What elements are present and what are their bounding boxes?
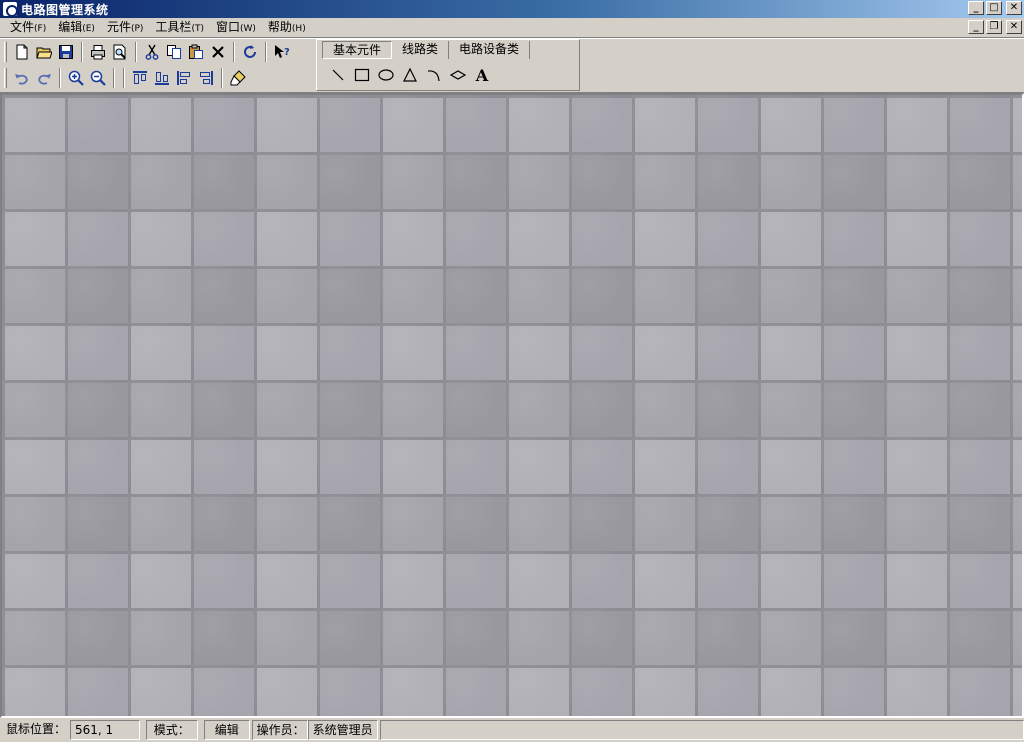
menu-window-hotkey: (W): [239, 24, 256, 34]
mdi-restore-button[interactable]: ❐: [986, 20, 1002, 34]
toolbar-separator: [113, 68, 115, 88]
menu-help-hotkey: (H): [291, 24, 306, 34]
arc-icon[interactable]: [422, 64, 446, 86]
status-bar: 鼠标位置： 561, 1 模式： 编辑 操作员： 系统管理员: [0, 718, 1024, 742]
toolbar-separator: [123, 68, 125, 88]
print-preview-icon[interactable]: [109, 41, 131, 63]
menu-toolbar[interactable]: 工具栏(T): [149, 19, 210, 36]
status-mode-value: 编辑: [203, 720, 250, 740]
menu-edit-hotkey: (E): [82, 24, 95, 34]
menu-component[interactable]: 元件(P): [101, 19, 149, 36]
minimize-button[interactable]: _: [968, 1, 984, 15]
context-help-icon[interactable]: ?: [271, 41, 293, 63]
tab-circuit-devices[interactable]: 电路设备类: [449, 41, 531, 59]
standard-toolbar: ?: [2, 40, 293, 64]
refresh-icon[interactable]: [239, 41, 261, 63]
menu-component-label: 元件: [106, 20, 131, 34]
save-icon[interactable]: [55, 41, 77, 63]
text-icon[interactable]: A: [470, 64, 494, 86]
status-mouse-position: 561, 1: [70, 720, 140, 740]
menu-file-label: 文件: [10, 20, 35, 34]
tab-wiring[interactable]: 线路类: [392, 41, 450, 59]
zoom-out-icon[interactable]: [87, 67, 109, 89]
toolbar-grip[interactable]: [4, 68, 7, 88]
toolbar-separator: [265, 42, 267, 62]
menu-file-hotkey: (F): [34, 24, 47, 34]
status-empty-pane: [379, 720, 1024, 740]
shape-panel-tabs: 基本元件 线路类 电路设备类: [322, 41, 531, 59]
status-operator-label: 操作员：: [251, 720, 308, 740]
menu-edit[interactable]: 编辑(E): [52, 19, 101, 36]
menu-help-label: 帮助: [267, 20, 292, 34]
undo-icon[interactable]: [11, 67, 33, 89]
rectangle-icon[interactable]: [350, 64, 374, 86]
toolbar-separator: [59, 68, 61, 88]
redo-icon[interactable]: [33, 67, 55, 89]
align-bottom-icon[interactable]: [151, 67, 173, 89]
menu-help[interactable]: 帮助(H): [262, 19, 312, 36]
status-mode-label: 模式：: [145, 720, 198, 740]
delete-icon[interactable]: [207, 41, 229, 63]
menu-bar: 文件(F) 编辑(E) 元件(P) 工具栏(T) 窗口(W) 帮助(H): [0, 18, 1024, 37]
edit-toolbar: [2, 66, 249, 90]
toolbar-area: ? 基本元件 线路类 电路设备类 A: [0, 37, 1024, 93]
diamond-icon[interactable]: [446, 64, 470, 86]
status-mouse-label: 鼠标位置：: [6, 722, 67, 736]
toolbar-grip[interactable]: [4, 42, 7, 62]
print-icon[interactable]: [87, 41, 109, 63]
line-icon[interactable]: [326, 64, 350, 86]
cut-icon[interactable]: [141, 41, 163, 63]
menu-window-label: 窗口: [215, 20, 240, 34]
align-top-icon[interactable]: [129, 67, 151, 89]
drawing-canvas[interactable]: [0, 93, 1024, 718]
shape-tools: A: [326, 64, 494, 86]
svg-text:?: ?: [284, 47, 290, 58]
canvas-tile-texture: [2, 95, 1022, 716]
mdi-close-button[interactable]: ✕: [1006, 20, 1022, 34]
paste-icon[interactable]: [185, 41, 207, 63]
menu-edit-label: 编辑: [58, 20, 83, 34]
mdi-controls: _ ❐ ✕: [966, 20, 1022, 34]
window-controls: _ □ ✕: [966, 1, 1022, 15]
align-right-icon[interactable]: [195, 67, 217, 89]
mdi-minimize-button[interactable]: _: [968, 20, 984, 34]
title-bar[interactable]: 电路图管理系统 _ □ ✕: [0, 0, 1024, 18]
menu-toolbar-hotkey: (T): [191, 24, 204, 34]
align-left-icon[interactable]: [173, 67, 195, 89]
menu-file[interactable]: 文件(F): [4, 19, 52, 36]
status-operator-value: 系统管理员: [307, 720, 378, 740]
toolbar-separator: [221, 68, 223, 88]
toolbar-separator: [81, 42, 83, 62]
tab-basic-components[interactable]: 基本元件: [322, 41, 393, 59]
ellipse-icon[interactable]: [374, 64, 398, 86]
app-icon[interactable]: [3, 2, 18, 17]
menu-window[interactable]: 窗口(W): [210, 19, 262, 36]
zoom-in-icon[interactable]: [65, 67, 87, 89]
eraser-icon[interactable]: [227, 67, 249, 89]
toolbar-separator: [233, 42, 235, 62]
new-file-icon[interactable]: [11, 41, 33, 63]
open-folder-icon[interactable]: [33, 41, 55, 63]
window-title: 电路图管理系统: [21, 2, 109, 17]
copy-icon[interactable]: [163, 41, 185, 63]
triangle-icon[interactable]: [398, 64, 422, 86]
maximize-button[interactable]: □: [986, 1, 1002, 15]
menu-component-hotkey: (P): [130, 24, 144, 34]
toolbar-separator: [135, 42, 137, 62]
close-button[interactable]: ✕: [1006, 1, 1022, 15]
menu-toolbar-label: 工具栏: [155, 20, 192, 34]
